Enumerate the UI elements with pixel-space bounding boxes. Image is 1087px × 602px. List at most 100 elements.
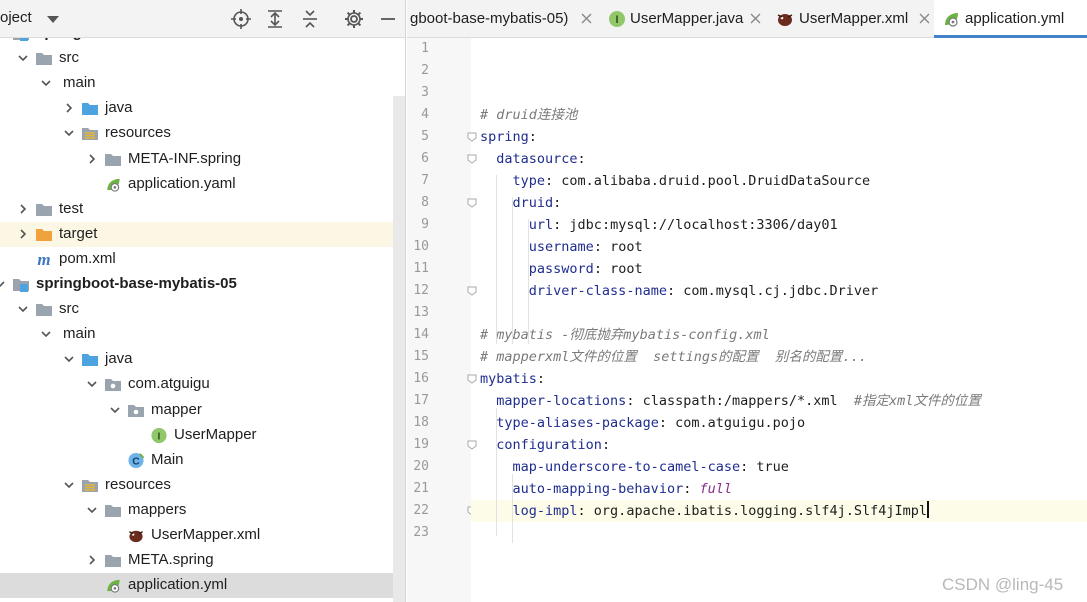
editor-gutter: 1 2 3 4 5 6 7 8 9 10 11 12 13 14 15 16 17 18 19 20 21 22 23 [407, 38, 477, 602]
editor-code-area[interactable]: # druid连接池 spring: datasource: type: com.… [471, 38, 1087, 602]
locate-file-icon[interactable] [230, 8, 252, 30]
code-line[interactable]: password: root [480, 258, 643, 280]
chevron-right-icon[interactable] [17, 228, 29, 240]
chevron-down-icon[interactable] [63, 127, 75, 139]
code-token: # mybatis -彻底抛弃mybatis-config.xml [480, 327, 770, 343]
tree-item-label: main [63, 325, 96, 343]
tree-item[interactable]: I UserMapper [0, 423, 405, 448]
tree-item-label: java [105, 99, 133, 117]
folder-icon [104, 502, 122, 519]
tree-item[interactable]: resources [0, 473, 405, 498]
tree-item-label: java [105, 350, 133, 368]
code-line[interactable]: mybatis: [480, 368, 545, 390]
code-line[interactable]: datasource: [480, 148, 585, 170]
code-token: : root [593, 261, 643, 277]
code-line[interactable]: type: com.alibaba.druid.pool.DruidDataSo… [480, 170, 871, 192]
project-view-title[interactable]: oject [0, 9, 32, 26]
code-line[interactable]: map-underscore-to-camel-case: true [480, 456, 789, 478]
chevron-down-icon[interactable] [63, 479, 75, 491]
expand-all-icon[interactable] [264, 8, 286, 30]
code-line[interactable]: druid: [480, 192, 562, 214]
code-token: type-aliases-package [496, 415, 659, 431]
code-line[interactable]: # druid连接池 [480, 104, 577, 126]
tree-item[interactable]: C Main [0, 448, 405, 473]
code-line[interactable]: # mybatis -彻底抛弃mybatis-config.xml [480, 324, 770, 346]
chevron-down-icon[interactable] [86, 504, 98, 516]
code-token: type [512, 173, 546, 189]
code-token: : classpath:/mappers/*.xml [626, 393, 854, 409]
close-icon[interactable] [750, 13, 761, 24]
code-line[interactable]: url: jdbc:mysql://localhost:3306/day01 [480, 214, 838, 236]
chevron-down-icon[interactable] [17, 52, 29, 64]
chevron-right-icon[interactable] [17, 203, 29, 215]
view-dropdown-icon[interactable] [46, 12, 60, 26]
line-number: 4 [421, 107, 429, 122]
code-line[interactable]: # mapperxml文件的位置 settings的配置 别名的配置... [480, 346, 867, 368]
tree-item[interactable]: src [0, 297, 405, 322]
tree-item[interactable]: src [0, 46, 405, 71]
tab-label: UserMapper.xml [799, 10, 909, 27]
tree-item-label: test [59, 199, 84, 217]
code-token: : true [740, 459, 789, 475]
chevron-down-icon[interactable] [86, 378, 98, 390]
tree-item[interactable]: springboot-base-mybatis-05 [0, 272, 405, 297]
tree-item[interactable]: mapper [0, 398, 405, 423]
chevron-right-icon[interactable] [86, 153, 98, 165]
tree-item[interactable]: UserMapper.xml [0, 523, 405, 548]
tab-mybatis-module[interactable]: gboot-base-mybatis-05) [407, 0, 600, 38]
project-tool-window: springboot-base-druid-04srcmainjavaresou… [0, 0, 406, 602]
code-line[interactable]: driver-class-name: com.mysql.cj.jdbc.Dri… [480, 280, 879, 302]
code-token: log-impl [512, 503, 578, 519]
tree-item[interactable]: java [0, 96, 405, 121]
interface-icon: I [608, 10, 626, 28]
line-number: 9 [421, 217, 429, 232]
code-token: # druid连接池 [480, 107, 578, 123]
tree-item[interactable]: main [0, 322, 405, 347]
chevron-down-icon[interactable] [0, 278, 6, 290]
tree-item[interactable]: main [0, 71, 405, 96]
tree-item[interactable]: mappers [0, 498, 405, 523]
code-line[interactable]: log-impl: org.apache.ibatis.logging.slf4… [471, 500, 1087, 522]
code-token: url [528, 217, 554, 233]
tab-label: application.yml [965, 10, 1065, 27]
close-icon[interactable] [581, 13, 592, 24]
tab-usermapper-xml[interactable]: UserMapper.xml [768, 0, 934, 38]
chevron-down-icon[interactable] [63, 353, 75, 365]
code-line[interactable]: auto-mapping-behavior: full [480, 478, 732, 500]
code-token: : [528, 129, 537, 145]
code-line[interactable]: spring: [480, 126, 537, 148]
tree-item[interactable]: com.atguigu [0, 372, 405, 397]
chevron-down-icon[interactable] [17, 303, 29, 315]
tree-item[interactable]: java [0, 347, 405, 372]
settings-gear-icon[interactable] [343, 8, 365, 30]
chevron-down-icon[interactable] [109, 404, 121, 416]
code-line[interactable]: type-aliases-package: com.atguigu.pojo [480, 412, 805, 434]
chevron-right-icon[interactable] [63, 102, 75, 114]
chevron-right-icon[interactable] [86, 554, 98, 566]
tree-item-label: resources [105, 124, 171, 142]
tree-item[interactable]: test [0, 197, 405, 222]
tree-item[interactable]: META.spring [0, 548, 405, 573]
line-number: 13 [413, 305, 429, 320]
tree-item[interactable]: application.yml [0, 573, 405, 599]
tree-item[interactable]: application.yaml [0, 172, 405, 197]
line-number: 3 [421, 85, 429, 100]
tab-label: gboot-base-mybatis-05) [410, 10, 569, 27]
hide-panel-icon[interactable] [377, 8, 399, 30]
tab-usermapper-java[interactable]: I UserMapper.java [600, 0, 768, 38]
tree-item[interactable]: m pom.xml [0, 247, 405, 272]
chevron-down-icon[interactable] [40, 77, 52, 89]
tree-item[interactable]: META-INF.spring [0, 147, 405, 172]
code-line[interactable]: mapper-locations: classpath:/mappers/*.x… [480, 390, 981, 412]
tree-item[interactable]: target [0, 221, 405, 247]
code-line[interactable]: username: root [480, 236, 643, 258]
folder-icon [104, 151, 122, 168]
project-scrollbar[interactable] [393, 96, 405, 602]
chevron-down-icon[interactable] [40, 328, 52, 340]
tree-item[interactable]: resources [0, 121, 405, 146]
tab-application-yml[interactable]: application.yml [934, 0, 1087, 38]
collapse-all-icon[interactable] [299, 8, 321, 30]
close-icon[interactable] [919, 13, 930, 24]
svg-text:I: I [158, 431, 161, 442]
code-line[interactable]: configuration: [480, 434, 610, 456]
